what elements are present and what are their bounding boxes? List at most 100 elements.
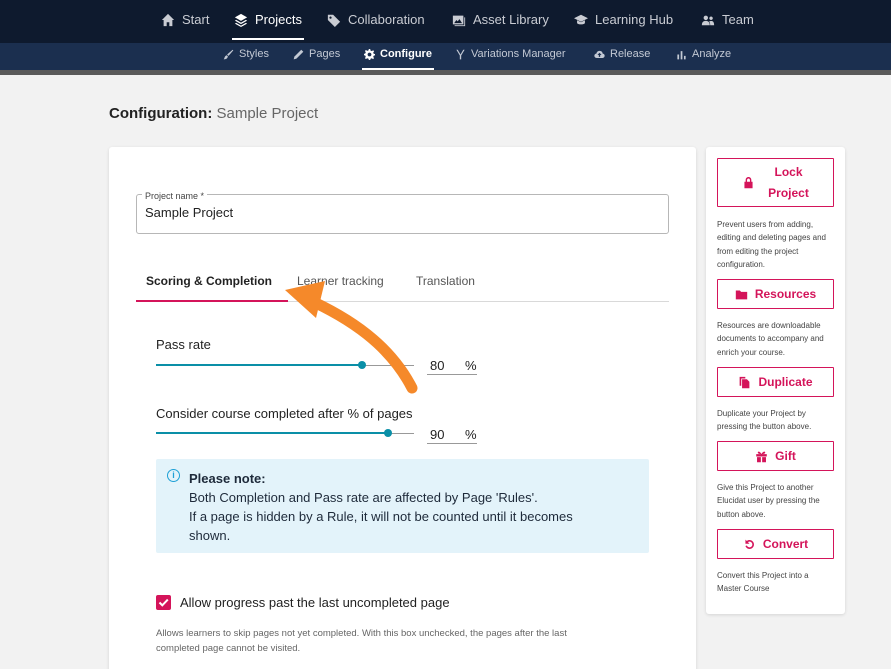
subnav-release[interactable]: Release bbox=[594, 48, 650, 70]
nav-learning-hub[interactable]: Learning Hub bbox=[574, 12, 673, 40]
subnav-styles-label: Styles bbox=[239, 48, 269, 60]
lock-description: Prevent users from adding, editing and d… bbox=[717, 218, 839, 271]
subnav-configure[interactable]: Configure bbox=[362, 48, 434, 70]
undo-icon bbox=[745, 539, 754, 549]
subnav-variations-manager[interactable]: Variations Manager bbox=[455, 48, 566, 70]
allow-progress-help: completed page cannot be visited. bbox=[156, 643, 301, 654]
pass-rate-value: 80 bbox=[430, 358, 445, 373]
allow-progress-help: Allows learners to skip pages not yet co… bbox=[156, 628, 567, 639]
tab-scoring-completion[interactable]: Scoring & Completion bbox=[146, 274, 272, 288]
lock-desc-line: configuration. bbox=[717, 259, 766, 269]
pass-rate-slider-fill bbox=[156, 364, 363, 366]
lock-desc-line: editing and deleting pages and bbox=[717, 233, 826, 243]
images-icon bbox=[452, 15, 466, 27]
duplicate-desc-line: pressing the button above. bbox=[717, 422, 812, 432]
nav-projects-label: Projects bbox=[255, 12, 302, 27]
nav-collaboration[interactable]: Collaboration bbox=[327, 12, 425, 40]
subnav-configure-label: Configure bbox=[380, 48, 432, 60]
pencil-icon bbox=[293, 49, 304, 60]
gift-description: Give this Project to another Elucidat us… bbox=[717, 481, 839, 521]
resources-description: Resources are downloadable documents to … bbox=[717, 319, 839, 359]
completion-unit: % bbox=[465, 427, 477, 442]
nav-team[interactable]: Team bbox=[701, 12, 754, 40]
nav-team-label: Team bbox=[722, 12, 754, 27]
active-tab-indicator bbox=[136, 300, 288, 302]
duplicate-label: Duplicate bbox=[758, 375, 813, 389]
subnav-pages-label: Pages bbox=[309, 48, 341, 60]
gear-icon bbox=[364, 49, 375, 60]
duplicate-button[interactable]: Duplicate bbox=[717, 367, 834, 397]
pass-rate-label: Pass rate bbox=[156, 337, 211, 352]
note-line: If a page is hidden by a Rule, it will n… bbox=[189, 509, 573, 524]
sub-nav: Styles Pages Configure Variations Manage… bbox=[0, 43, 891, 70]
subnav-analyze[interactable]: Analyze bbox=[676, 48, 731, 70]
lock-icon bbox=[744, 177, 753, 189]
lock-desc-line: from editing the project bbox=[717, 246, 799, 256]
convert-label: Convert bbox=[762, 537, 809, 551]
users-icon bbox=[701, 15, 715, 26]
home-icon bbox=[161, 13, 175, 27]
project-name-label: Project name * bbox=[142, 191, 208, 201]
subnav-pages[interactable]: Pages bbox=[293, 48, 340, 70]
nav-divider bbox=[0, 70, 891, 75]
subnav-styles[interactable]: Styles bbox=[223, 48, 269, 70]
completion-value: 90 bbox=[430, 427, 445, 442]
duplicate-desc-line: Duplicate your Project by bbox=[717, 409, 806, 418]
gift-icon bbox=[756, 451, 767, 462]
allow-progress-label: Allow progress past the last uncompleted… bbox=[180, 595, 450, 610]
nav-collaboration-label: Collaboration bbox=[348, 12, 425, 27]
copy-icon bbox=[740, 376, 750, 388]
page-title: Configuration: Sample Project bbox=[109, 105, 318, 122]
subnav-variations-manager-label: Variations Manager bbox=[471, 48, 566, 60]
tab-translation[interactable]: Translation bbox=[416, 274, 475, 288]
info-icon: i bbox=[167, 469, 180, 482]
convert-description: Convert this Project into a Master Cours… bbox=[717, 569, 839, 596]
gift-label: Gift bbox=[775, 449, 796, 463]
resources-desc-line: documents to accompany and bbox=[717, 334, 824, 344]
convert-desc-line: Convert this Project into a bbox=[717, 571, 809, 580]
tab-learner-tracking[interactable]: Learner tracking bbox=[297, 274, 384, 288]
project-name-input[interactable] bbox=[145, 205, 645, 220]
brush-icon bbox=[223, 49, 234, 60]
lock-desc-line: Prevent users from adding, bbox=[717, 220, 814, 229]
nav-asset-library-label: Asset Library bbox=[473, 12, 549, 27]
resources-desc-line: Resources are downloadable bbox=[717, 321, 821, 330]
note-line: shown. bbox=[189, 528, 231, 543]
subnav-analyze-label: Analyze bbox=[692, 48, 732, 60]
duplicate-description: Duplicate your Project by pressing the b… bbox=[717, 407, 839, 434]
gift-desc-line: Elucidat user by pressing the bbox=[717, 496, 820, 506]
resources-button[interactable]: Resources bbox=[717, 279, 834, 309]
convert-button[interactable]: Convert bbox=[717, 529, 834, 559]
checkmark-icon bbox=[158, 598, 169, 607]
page-title-project: Sample Project bbox=[216, 105, 319, 122]
bar-chart-icon bbox=[677, 51, 686, 60]
cloud-upload-icon bbox=[594, 50, 605, 58]
nav-projects[interactable]: Projects bbox=[232, 12, 304, 40]
nav-start-label: Start bbox=[182, 12, 210, 27]
folder-icon bbox=[735, 289, 747, 299]
graduation-cap-icon bbox=[574, 14, 588, 25]
lock-project-button[interactable]: Lock Project bbox=[717, 158, 834, 207]
allow-progress-checkbox[interactable] bbox=[156, 595, 171, 610]
note-title: Please note: bbox=[189, 471, 266, 486]
gift-desc-line: Give this Project to another bbox=[717, 483, 814, 492]
resources-desc-line: enrich your course. bbox=[717, 347, 786, 357]
layers-icon bbox=[234, 13, 248, 27]
gift-desc-line: button above. bbox=[717, 509, 766, 519]
nav-asset-library[interactable]: Asset Library bbox=[452, 12, 549, 40]
nav-learning-hub-label: Learning Hub bbox=[595, 12, 674, 27]
branch-icon bbox=[456, 49, 465, 60]
subnav-release-label: Release bbox=[610, 48, 651, 60]
pass-rate-unit: % bbox=[465, 358, 477, 373]
page-title-prefix: Configuration: bbox=[109, 105, 213, 122]
note-line: Both Completion and Pass rate are affect… bbox=[189, 490, 538, 505]
completion-label: Consider course completed after % of pag… bbox=[156, 406, 413, 421]
resources-label: Resources bbox=[754, 287, 817, 301]
top-nav: Start Projects Collaboration Asset Libra… bbox=[0, 0, 891, 43]
tag-icon bbox=[327, 14, 341, 27]
completion-slider-fill bbox=[156, 432, 389, 434]
lock-label-line: Lock bbox=[774, 164, 803, 179]
gift-button[interactable]: Gift bbox=[717, 441, 834, 471]
nav-start[interactable]: Start bbox=[161, 12, 209, 40]
lock-label-line: Project bbox=[768, 185, 809, 200]
